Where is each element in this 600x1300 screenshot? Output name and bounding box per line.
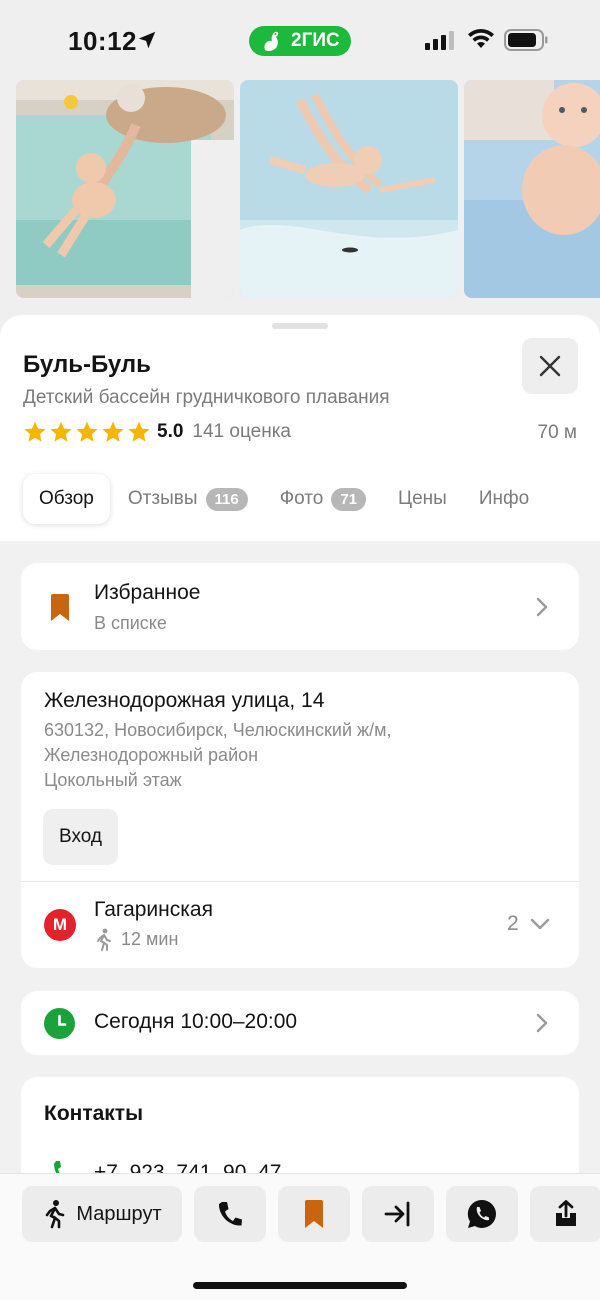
share-icon xyxy=(556,1200,576,1226)
location-arrow-icon xyxy=(138,31,156,49)
bookmark-icon xyxy=(51,594,69,621)
close-icon xyxy=(539,355,561,377)
rating-count: 141 оценка xyxy=(192,421,291,442)
favorites-card[interactable]: Избранное В списке xyxy=(21,563,579,650)
photo-3[interactable] xyxy=(464,80,600,298)
photos-count-badge: 71 xyxy=(331,487,367,511)
tab-prices[interactable]: Цены xyxy=(382,474,463,524)
metro-icon: М xyxy=(44,909,76,941)
chevron-right-icon xyxy=(536,597,548,617)
app-badge[interactable]: 2ГИС xyxy=(249,26,351,56)
place-card-sheet: Буль-Буль Детский бассейн грудничкового … xyxy=(0,315,600,1300)
whatsapp-button[interactable] xyxy=(446,1186,518,1242)
rating-row[interactable]: 5.0 141 оценка xyxy=(23,420,291,444)
rating-value: 5.0 xyxy=(157,421,184,442)
place-category: Детский бассейн грудничкового плавания xyxy=(23,387,390,408)
place-name: Буль-Буль xyxy=(23,351,151,378)
reviews-count-badge: 116 xyxy=(205,487,248,511)
star-icon xyxy=(24,421,46,442)
tab-label: Цены xyxy=(398,488,447,509)
star-icon xyxy=(128,421,150,442)
sign-in-arrow-icon xyxy=(384,1201,410,1227)
status-time: 10:12 xyxy=(68,26,137,56)
tab-overview[interactable]: Обзор xyxy=(23,474,110,524)
close-button[interactable] xyxy=(522,338,578,394)
walking-icon xyxy=(97,928,111,951)
photo-1[interactable] xyxy=(16,80,234,298)
entrance-button[interactable] xyxy=(362,1186,434,1242)
clock-icon xyxy=(44,1008,75,1039)
photo-gallery[interactable] xyxy=(16,80,600,300)
hours-card[interactable]: Сегодня 10:00–20:00 xyxy=(21,991,579,1055)
tab-label: Инфо xyxy=(478,488,530,509)
cellular-signal-icon xyxy=(425,31,454,50)
address-street[interactable]: Железнодорожная улица, 14 xyxy=(44,689,324,713)
tab-label: Отзывы xyxy=(127,488,198,509)
tab-label: Фото xyxy=(279,488,324,509)
sheet-drag-handle[interactable] xyxy=(272,323,328,329)
tab-label: Обзор xyxy=(39,488,94,509)
address-line-3: Цокольный этаж xyxy=(44,770,182,790)
bookmark-icon xyxy=(305,1200,323,1228)
phone-icon xyxy=(218,1202,242,1226)
entry-button[interactable]: Вход xyxy=(43,809,118,865)
star-icon xyxy=(76,421,98,442)
share-button[interactable] xyxy=(530,1186,600,1242)
home-indicator[interactable] xyxy=(193,1282,407,1289)
star-icon xyxy=(50,421,72,442)
metro-station[interactable]: Гагаринская xyxy=(94,898,213,922)
bookmark-button[interactable] xyxy=(278,1186,350,1242)
goose-logo-icon xyxy=(264,31,279,52)
app-badge-label: 2ГИС xyxy=(291,30,340,51)
star-icon xyxy=(102,421,124,442)
battery-icon xyxy=(504,29,548,51)
address-card: Железнодорожная улица, 14 630132, Новоси… xyxy=(21,672,579,968)
tab-info[interactable]: Инфо xyxy=(463,474,545,524)
route-button[interactable]: Маршрут xyxy=(22,1186,182,1242)
route-button-label: Маршрут xyxy=(76,1202,162,1225)
status-bar: 10:12 2ГИС xyxy=(0,0,600,80)
metro-more-count[interactable]: 2 xyxy=(507,912,519,936)
chevron-right-icon xyxy=(536,1013,548,1033)
divider xyxy=(21,881,579,882)
walking-icon xyxy=(46,1200,65,1229)
address-line-1: 630132, Новосибирск, Челюскинский ж/м, xyxy=(44,720,392,740)
chevron-down-icon[interactable] xyxy=(529,917,551,931)
hours-text: Сегодня 10:00–20:00 xyxy=(94,1010,298,1033)
address-line-2: Железнодорожный район xyxy=(44,745,259,765)
favorites-subtitle: В списке xyxy=(94,613,167,633)
contacts-title: Контакты xyxy=(44,1102,144,1125)
tab-photos[interactable]: Фото 71 xyxy=(264,474,382,524)
photo-2[interactable] xyxy=(240,80,458,298)
tab-bar: Обзор Отзывы 116 Фото 71 Цены Инфо xyxy=(23,474,545,524)
wifi-icon xyxy=(468,28,494,48)
tab-reviews[interactable]: Отзывы 116 xyxy=(114,474,264,524)
bottom-action-bar: Маршрут xyxy=(0,1173,600,1300)
rating-stars xyxy=(23,420,151,444)
whatsapp-icon xyxy=(467,1199,496,1228)
call-button[interactable] xyxy=(194,1186,266,1242)
metro-walk-time: 12 мин xyxy=(121,929,179,949)
distance: 70 м xyxy=(537,422,577,443)
favorites-title: Избранное xyxy=(94,581,201,604)
